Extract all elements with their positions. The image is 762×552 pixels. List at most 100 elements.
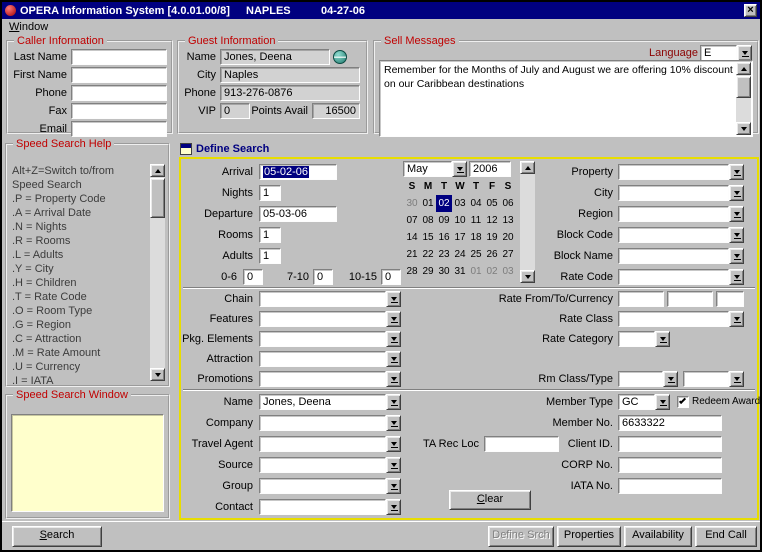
menu-window[interactable]: Window bbox=[9, 21, 48, 33]
clear-button[interactable]: Clear bbox=[449, 490, 531, 510]
scroll-up-icon[interactable] bbox=[736, 62, 751, 75]
calendar-day[interactable]: 17 bbox=[452, 229, 468, 246]
member-no-input[interactable]: 6633322 bbox=[618, 415, 722, 431]
guest-phone-input[interactable]: 913-276-0876 bbox=[220, 85, 360, 101]
chain-input[interactable] bbox=[259, 291, 386, 307]
block-name-input[interactable] bbox=[618, 248, 729, 264]
rooms-input[interactable]: 1 bbox=[259, 227, 281, 243]
calendar-day[interactable]: 24 bbox=[452, 246, 468, 263]
calendar-day[interactable]: 07 bbox=[404, 212, 420, 229]
scroll-up-icon[interactable] bbox=[150, 164, 165, 177]
member-type-dropdown-button[interactable] bbox=[655, 394, 670, 410]
city-dropdown-button[interactable] bbox=[729, 185, 744, 201]
calendar-day[interactable]: 16 bbox=[436, 229, 452, 246]
features-input[interactable] bbox=[259, 311, 386, 327]
email-input[interactable] bbox=[71, 121, 167, 137]
rm-type-input[interactable] bbox=[683, 371, 729, 387]
iata-no-input[interactable] bbox=[618, 478, 722, 494]
pkg-elements-dropdown-button[interactable] bbox=[386, 331, 401, 347]
search-button[interactable]: Search bbox=[12, 526, 102, 547]
calendar-day-selected[interactable]: 02 bbox=[436, 195, 452, 212]
calendar-day[interactable]: 03 bbox=[452, 195, 468, 212]
points-avail-input[interactable]: 16500 bbox=[312, 103, 360, 119]
contact-input[interactable] bbox=[259, 499, 386, 515]
availability-button[interactable]: Availability bbox=[624, 526, 692, 547]
close-icon[interactable]: × bbox=[744, 4, 757, 17]
age-10-15-input[interactable]: 0 bbox=[381, 269, 401, 285]
calendar-day[interactable]: 29 bbox=[420, 263, 436, 280]
calendar-day[interactable]: 01 bbox=[420, 195, 436, 212]
scroll-down-icon[interactable] bbox=[150, 368, 165, 381]
attraction-input[interactable] bbox=[259, 351, 386, 367]
rate-class-input[interactable] bbox=[618, 311, 729, 327]
age-0-6-input[interactable]: 0 bbox=[243, 269, 263, 285]
adults-input[interactable]: 1 bbox=[259, 248, 281, 264]
pkg-elements-input[interactable] bbox=[259, 331, 386, 347]
company-dropdown-button[interactable] bbox=[386, 415, 401, 431]
calendar-day[interactable]: 22 bbox=[420, 246, 436, 263]
language-dropdown-button[interactable] bbox=[737, 45, 752, 61]
language-input[interactable]: E bbox=[700, 45, 737, 61]
calendar-day[interactable]: 08 bbox=[420, 212, 436, 229]
rm-type-dropdown-button[interactable] bbox=[729, 371, 744, 387]
rate-class-dropdown-button[interactable] bbox=[729, 311, 744, 327]
travel-agent-dropdown-button[interactable] bbox=[386, 436, 401, 452]
globe-icon[interactable] bbox=[333, 50, 347, 64]
rate-to-input[interactable] bbox=[667, 291, 713, 307]
group-dropdown-button[interactable] bbox=[386, 478, 401, 494]
speed-search-input[interactable] bbox=[11, 414, 164, 512]
source-input[interactable] bbox=[259, 457, 386, 473]
block-code-dropdown-button[interactable] bbox=[729, 227, 744, 243]
rm-class-input[interactable] bbox=[618, 371, 663, 387]
sell-message-scrollbar[interactable] bbox=[736, 62, 751, 135]
promotions-input[interactable] bbox=[259, 371, 386, 387]
corp-no-input[interactable] bbox=[618, 457, 722, 473]
features-dropdown-button[interactable] bbox=[386, 311, 401, 327]
source-dropdown-button[interactable] bbox=[386, 457, 401, 473]
calendar-day[interactable]: 28 bbox=[404, 263, 420, 280]
redeem-award-checkbox[interactable] bbox=[677, 396, 689, 408]
client-id-input[interactable] bbox=[618, 436, 722, 452]
promotions-dropdown-button[interactable] bbox=[386, 371, 401, 387]
rate-from-input[interactable] bbox=[618, 291, 664, 307]
region-dropdown-button[interactable] bbox=[729, 206, 744, 222]
calendar-day[interactable]: 21 bbox=[404, 246, 420, 263]
end-call-button[interactable]: End Call bbox=[695, 526, 757, 547]
member-type-input[interactable]: GC bbox=[618, 394, 655, 410]
group-input[interactable] bbox=[259, 478, 386, 494]
property-input[interactable] bbox=[618, 164, 729, 180]
region-input[interactable] bbox=[618, 206, 729, 222]
help-scrollbar[interactable] bbox=[150, 164, 165, 381]
calendar-day[interactable]: 14 bbox=[404, 229, 420, 246]
calendar-day[interactable]: 10 bbox=[452, 212, 468, 229]
rm-class-dropdown-button[interactable] bbox=[663, 371, 678, 387]
caller-phone-input[interactable] bbox=[71, 85, 167, 101]
rate-code-input[interactable] bbox=[618, 269, 729, 285]
calendar-month-dropdown-button[interactable] bbox=[452, 161, 467, 177]
company-input[interactable] bbox=[259, 415, 386, 431]
calendar-day[interactable]: 23 bbox=[436, 246, 452, 263]
properties-button[interactable]: Properties bbox=[557, 526, 621, 547]
calendar-day[interactable]: 30 bbox=[436, 263, 452, 280]
property-dropdown-button[interactable] bbox=[729, 164, 744, 180]
last-name-input[interactable] bbox=[71, 49, 167, 65]
attraction-dropdown-button[interactable] bbox=[386, 351, 401, 367]
rate-category-dropdown-button[interactable] bbox=[655, 331, 670, 347]
calendar-month-input[interactable]: May bbox=[403, 161, 452, 177]
vip-input[interactable]: 0 bbox=[220, 103, 250, 119]
first-name-input[interactable] bbox=[71, 67, 167, 83]
calendar-day[interactable]: 30 bbox=[404, 195, 420, 212]
scrollbar-thumb[interactable] bbox=[736, 76, 751, 98]
rate-code-dropdown-button[interactable] bbox=[729, 269, 744, 285]
rate-currency-input[interactable] bbox=[716, 291, 744, 307]
profile-name-input[interactable]: Jones, Deena bbox=[259, 394, 386, 410]
calendar-day[interactable]: 15 bbox=[420, 229, 436, 246]
chain-dropdown-button[interactable] bbox=[386, 291, 401, 307]
calendar-day[interactable]: 31 bbox=[452, 263, 468, 280]
block-code-input[interactable] bbox=[618, 227, 729, 243]
arrival-input[interactable]: 05-02-06 bbox=[259, 164, 337, 180]
contact-dropdown-button[interactable] bbox=[386, 499, 401, 515]
nights-input[interactable]: 1 bbox=[259, 185, 281, 201]
profile-name-dropdown-button[interactable] bbox=[386, 394, 401, 410]
scrollbar-thumb[interactable] bbox=[150, 178, 165, 218]
